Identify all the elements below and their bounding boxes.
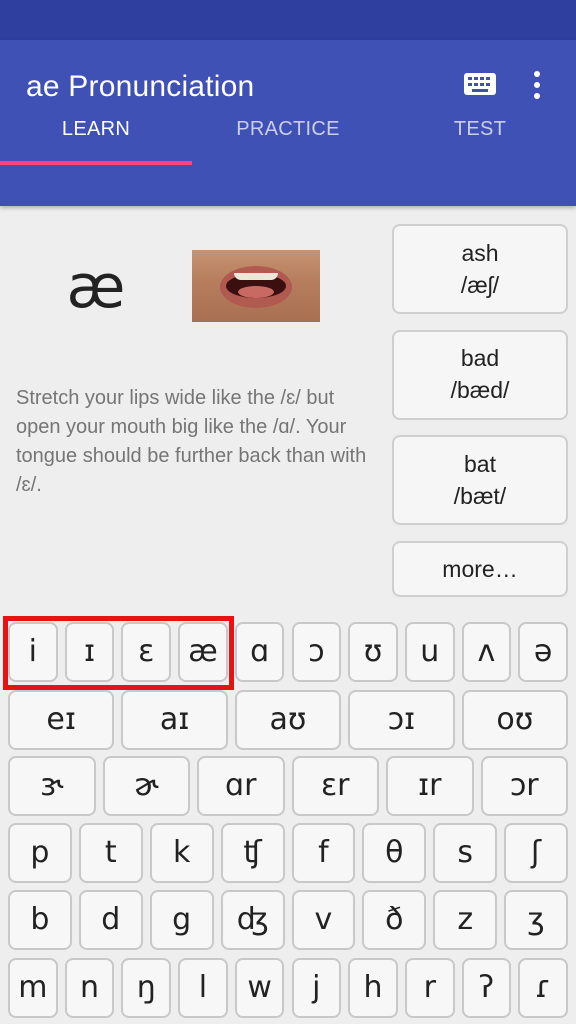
more-vert-icon[interactable] bbox=[530, 70, 544, 100]
example-word: bad bbox=[460, 345, 500, 371]
ipa-key[interactable]: ʃ bbox=[504, 823, 568, 883]
ipa-key[interactable]: ɔ bbox=[291, 622, 342, 682]
tab-learn[interactable]: LEARN bbox=[0, 106, 192, 166]
ipa-key[interactable]: n bbox=[64, 958, 115, 1018]
ipa-key[interactable]: ɪr bbox=[386, 756, 474, 816]
ipa-key[interactable]: k bbox=[149, 823, 214, 883]
ipa-key[interactable]: ə bbox=[518, 622, 568, 682]
example-button-bad[interactable]: bad /bæd/ bbox=[392, 330, 568, 420]
ipa-key[interactable]: ʊ bbox=[348, 622, 398, 682]
ipa-key[interactable]: z bbox=[433, 890, 498, 950]
ipa-key[interactable]: f bbox=[291, 823, 356, 883]
example-button-ash[interactable]: ash /æʃ/ bbox=[392, 224, 568, 314]
ipa-key[interactable]: g bbox=[149, 890, 214, 950]
ipa-key[interactable]: j bbox=[291, 958, 342, 1018]
example-ipa: /bæd/ bbox=[450, 377, 510, 403]
tab-bar: LEARN PRACTICE TEST bbox=[0, 106, 576, 166]
ipa-symbol: æ bbox=[66, 252, 126, 322]
ipa-key[interactable]: b bbox=[8, 890, 72, 950]
ipa-key[interactable]: ɾ bbox=[518, 958, 568, 1018]
tab-indicator bbox=[0, 161, 192, 165]
example-ipa: /æʃ/ bbox=[460, 272, 500, 298]
ipa-key[interactable]: u bbox=[404, 622, 455, 682]
ipa-key[interactable]: ʤ bbox=[220, 890, 285, 950]
ipa-key[interactable]: aɪ bbox=[121, 690, 228, 750]
ipa-key[interactable]: eɪ bbox=[8, 690, 115, 750]
ipa-key[interactable]: θ bbox=[362, 823, 427, 883]
status-bar bbox=[0, 0, 576, 40]
pronunciation-description: Stretch your lips wide like the /ɛ/ but … bbox=[16, 387, 367, 496]
tab-practice[interactable]: PRACTICE bbox=[192, 106, 384, 166]
ipa-key[interactable]: ɔɪ bbox=[348, 690, 455, 750]
ipa-key[interactable]: ɛr bbox=[291, 756, 379, 816]
highlight-box bbox=[3, 616, 234, 690]
ipa-key[interactable]: aʊ bbox=[234, 690, 342, 750]
ipa-key[interactable]: ŋ bbox=[121, 958, 172, 1018]
ipa-key[interactable]: ʌ bbox=[461, 622, 512, 682]
ipa-key[interactable]: ɑr bbox=[197, 756, 285, 816]
ipa-key[interactable]: h bbox=[348, 958, 398, 1018]
ipa-key[interactable]: ʧ bbox=[220, 823, 285, 883]
tab-test[interactable]: TEST bbox=[384, 106, 576, 166]
ipa-key[interactable]: ɔr bbox=[480, 756, 568, 816]
ipa-key[interactable]: ʒ bbox=[504, 890, 568, 950]
ipa-key[interactable]: d bbox=[78, 890, 143, 950]
example-word: bat bbox=[464, 451, 496, 477]
ipa-key[interactable]: p bbox=[8, 823, 72, 883]
example-button-bat[interactable]: bat /bæt/ bbox=[392, 435, 568, 525]
mouth-image bbox=[192, 250, 320, 322]
ipa-key[interactable]: r bbox=[404, 958, 455, 1018]
example-word: ash bbox=[461, 240, 499, 266]
more-examples-button[interactable]: more… bbox=[392, 541, 568, 597]
ipa-key[interactable]: s bbox=[433, 823, 498, 883]
ipa-key[interactable]: m bbox=[8, 958, 58, 1018]
ipa-key[interactable]: ɝ bbox=[8, 756, 96, 816]
ipa-key[interactable]: ʔ bbox=[461, 958, 512, 1018]
ipa-key[interactable]: ɚ bbox=[102, 756, 190, 816]
ipa-key[interactable]: ɑ bbox=[234, 622, 285, 682]
keyboard-icon[interactable] bbox=[464, 73, 496, 95]
app-title: ae Pronunciation bbox=[26, 70, 255, 103]
ipa-key[interactable]: v bbox=[291, 890, 356, 950]
ipa-key[interactable]: ð bbox=[362, 890, 427, 950]
example-ipa: /bæt/ bbox=[453, 483, 507, 509]
ipa-key[interactable]: w bbox=[234, 958, 285, 1018]
ipa-key[interactable]: t bbox=[78, 823, 143, 883]
ipa-key[interactable]: oʊ bbox=[461, 690, 568, 750]
ipa-key[interactable]: l bbox=[178, 958, 228, 1018]
